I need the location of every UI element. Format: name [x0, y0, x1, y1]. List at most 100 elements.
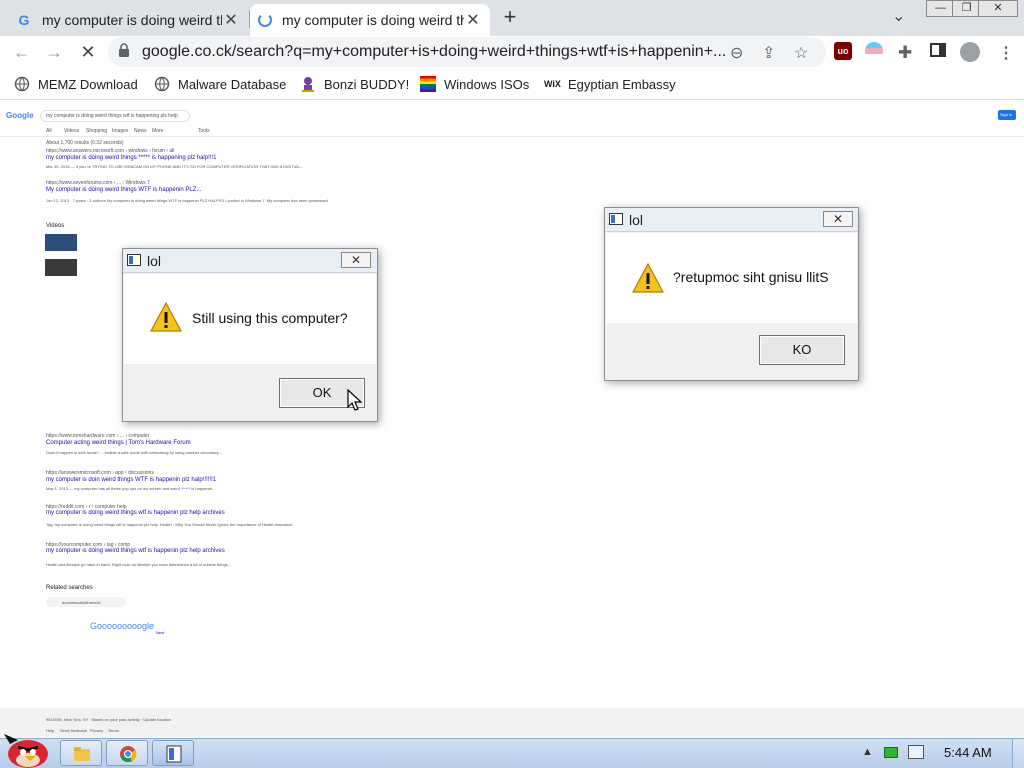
result-title[interactable]: my computer is doing weird things ***** … [46, 155, 216, 161]
lock-icon[interactable] [118, 43, 130, 62]
minimize-button[interactable]: — [926, 0, 955, 17]
result-url: https://www.sevenforums.com › ... › Wind… [46, 180, 150, 186]
app-window-icon [127, 254, 141, 266]
globe-icon [154, 76, 170, 92]
bookmark-malware-database[interactable]: Malware Database [154, 76, 286, 92]
google-footer [0, 708, 1024, 737]
taskbar-app-button[interactable] [152, 740, 194, 766]
back-arrow-icon[interactable]: ← [10, 40, 34, 64]
tab-title: my computer is doing weird things wtf is… [282, 12, 464, 28]
search-tab-tools[interactable]: Tools [198, 128, 210, 134]
url-text[interactable]: google.co.ck/search?q=my+computer+is+doi… [142, 43, 726, 61]
bookmark-label: Bonzi BUDDY! [324, 76, 410, 92]
bookmark-label: Windows ISOs [444, 76, 530, 92]
app-window-icon [166, 745, 182, 763]
result-title[interactable]: my computer is doing weird things wtf is… [46, 510, 225, 516]
result-snippet: Tag: my computer is doing weird things w… [46, 522, 294, 527]
dialog-close-button[interactable]: ✕ [341, 252, 371, 268]
tab-2-active[interactable]: my computer is doing weird things wtf is… [250, 4, 490, 36]
stop-loading-icon[interactable]: ✕ [76, 40, 100, 64]
taskbar-chrome-button[interactable] [106, 740, 148, 766]
footer-link[interactable]: Privacy [90, 728, 103, 733]
start-button-angry-bird-icon[interactable] [2, 730, 50, 768]
search-tab-more[interactable]: More [152, 128, 163, 134]
pager-logo: Gooooooooogle [90, 621, 155, 631]
related-search-label: doesthiscalloftheends [62, 600, 101, 605]
clock[interactable]: 5:44 AM [944, 745, 992, 760]
tab-close-icon[interactable]: ✕ [464, 10, 482, 30]
footer-location: 9810006, New York, NY · Based on your pa… [46, 717, 172, 722]
share-icon[interactable]: ⇪ [762, 43, 775, 63]
search-tab-all[interactable]: All [46, 128, 52, 134]
new-tab-button[interactable]: + [496, 4, 524, 32]
result-url: https://www.answers.microsoft.com › wind… [46, 148, 175, 154]
battery-icon[interactable] [884, 747, 898, 758]
dialog-close-button[interactable]: ✕ [823, 211, 853, 227]
dialog-message: ?retupmoc siht gnisu llitS [673, 269, 829, 285]
show-desktop-button[interactable] [1012, 739, 1024, 768]
zoom-icon[interactable]: ⊖ [730, 43, 743, 63]
video-thumbnail[interactable] [45, 234, 77, 251]
result-snippet: Mar 30, 2016 — If you 're TRYING TO USE … [46, 164, 304, 169]
google-logo[interactable]: Google [6, 111, 34, 120]
result-snippet: Jun 12, 2013 · 7 posts · 3 authors My co… [46, 198, 329, 203]
side-panel-icon[interactable] [930, 43, 946, 62]
result-url: https://answersmicrosoft.com › app › dis… [46, 470, 154, 476]
bookmark-bonzi-buddy[interactable]: Bonzi BUDDY! [300, 76, 409, 92]
bookmark-egyptian-embassy[interactable]: WiX Egyptian Embassy [544, 76, 676, 92]
footer-link[interactable]: Send feedback [60, 728, 87, 733]
result-title[interactable]: my computer is doin weird things WTF is … [46, 477, 216, 483]
bonzi-icon [300, 76, 316, 92]
search-tab-videos[interactable]: Videos [64, 128, 79, 134]
maximize-button[interactable]: ❐ [952, 0, 981, 17]
profile-avatar-icon[interactable] [960, 42, 980, 62]
dialog-titlebar[interactable]: lol ✕ [605, 208, 858, 232]
wix-icon: WiX [544, 79, 561, 89]
bookmark-windows-isos[interactable]: Windows ISOs [420, 76, 529, 92]
bookmark-memz[interactable]: MEMZ Download [14, 76, 138, 92]
tab-1[interactable]: G my computer is doing weird things wtf … [8, 4, 248, 36]
next-page-link[interactable]: Next [156, 630, 164, 635]
sign-in-label: Sign in [1000, 112, 1013, 117]
extension-icon[interactable] [865, 42, 883, 60]
related-searches-heading: Related searches [46, 585, 93, 591]
close-window-button[interactable]: ✕ [978, 0, 1018, 17]
dialog-title: lol [147, 253, 162, 269]
google-favicon-icon: G [18, 12, 30, 28]
bookmark-star-icon[interactable]: ☆ [794, 43, 808, 63]
result-snippet: Health and lifestyle go hand in hand. Ri… [46, 562, 232, 567]
dialog-reversed: lol ✕ ?retupmoc siht gnisu llitS KO [604, 207, 859, 381]
video-thumbnail[interactable] [45, 259, 77, 276]
menu-kebab-icon[interactable]: ⋮ [998, 43, 1014, 63]
divider [0, 136, 1024, 137]
search-query[interactable]: my computer is doing weird things wtf is… [46, 113, 178, 119]
search-tab-images[interactable]: Images [112, 128, 128, 134]
tab-search-chevron-icon[interactable]: ⌄ [892, 6, 905, 26]
app-window-icon [609, 213, 623, 225]
forward-arrow-icon[interactable]: → [42, 40, 66, 64]
globe-icon [14, 76, 30, 92]
taskbar-explorer-button[interactable] [60, 740, 102, 766]
extensions-puzzle-icon[interactable]: ✚ [898, 43, 912, 63]
footer-link[interactable]: Terms [108, 728, 119, 733]
rainbow-flag-icon [420, 76, 436, 92]
ublock-extension-icon[interactable]: uo [834, 42, 852, 60]
chrome-icon [120, 746, 137, 763]
folder-icon [74, 747, 90, 761]
ko-button[interactable]: KO [759, 335, 845, 365]
tray-overflow-icon[interactable]: ▲ [862, 746, 873, 758]
tab-close-icon[interactable]: ✕ [222, 10, 240, 30]
result-stats: About 1,700 results (0.32 seconds) [46, 140, 124, 146]
warning-icon [632, 263, 664, 293]
result-snippet: May 1, 2013 — my computer has all these … [46, 486, 216, 491]
dialog-titlebar[interactable]: lol ✕ [123, 249, 377, 273]
result-title[interactable]: Computer acting weird things | Tom's Har… [46, 440, 191, 446]
videos-heading: Videos [46, 223, 65, 229]
result-title[interactable]: My computer is doing weird things WTF is… [46, 187, 201, 193]
search-tab-shopping[interactable]: Shopping [86, 128, 107, 134]
result-title[interactable]: my computer is doing weird things wtf is… [46, 548, 225, 554]
result-snippet: Does it happen in safe mode? ... enable … [46, 450, 222, 455]
bookmark-label: MEMZ Download [38, 76, 138, 92]
network-icon[interactable] [908, 745, 924, 759]
search-tab-news[interactable]: News [134, 128, 147, 134]
